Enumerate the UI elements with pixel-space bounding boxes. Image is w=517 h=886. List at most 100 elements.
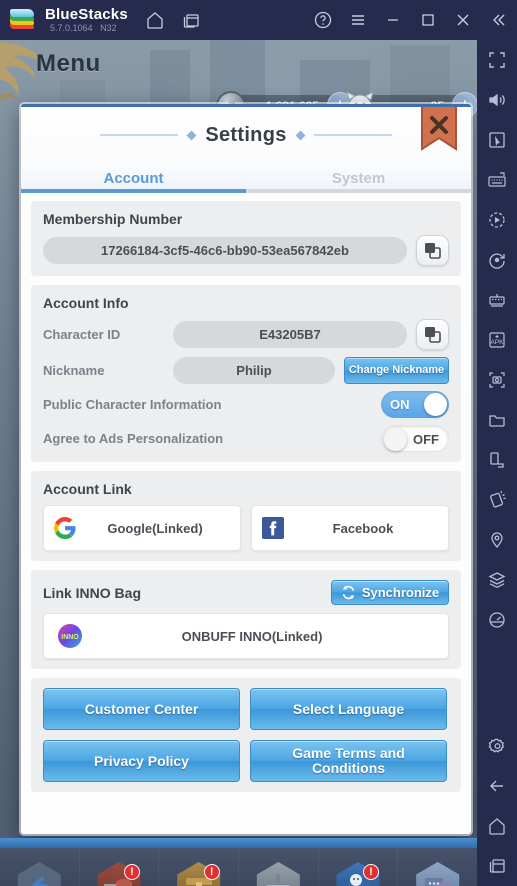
nav-back-button[interactable] bbox=[0, 848, 80, 886]
membership-heading: Membership Number bbox=[43, 211, 183, 227]
maximize-icon[interactable] bbox=[417, 9, 439, 31]
nickname-value: Philip bbox=[173, 357, 335, 384]
account-link-heading: Account Link bbox=[43, 481, 132, 497]
hero-badge: ! bbox=[124, 864, 140, 880]
change-nickname-button[interactable]: Change Nickname bbox=[344, 357, 449, 384]
recents-icon[interactable] bbox=[477, 846, 517, 886]
keyboard-icon[interactable] bbox=[477, 160, 517, 200]
game-bottom-nav: ! Hero ! Bag bbox=[0, 848, 477, 886]
craft-anvil-icon bbox=[266, 874, 291, 886]
title-right-diamond bbox=[295, 130, 306, 140]
public-info-row: Public Character Information ON bbox=[43, 391, 449, 418]
nav-item-chat[interactable]: Chat bbox=[398, 848, 477, 886]
character-id-label: Character ID bbox=[43, 327, 121, 342]
membership-row: 17266184-3cf5-46c6-bb90-53ea567842eb bbox=[43, 235, 449, 266]
google-link-button[interactable]: Google(Linked) bbox=[43, 505, 241, 551]
bluestacks-titlebar: BlueStacks 5.7.0.1064 N32 bbox=[0, 0, 517, 40]
ads-personalization-state: OFF bbox=[413, 432, 439, 447]
home-icon[interactable] bbox=[144, 9, 166, 31]
toggle-knob bbox=[384, 428, 407, 451]
gauge-icon[interactable] bbox=[477, 600, 517, 640]
synchronize-label: Synchronize bbox=[361, 585, 440, 600]
nickname-row: Nickname Philip Change Nickname bbox=[43, 357, 449, 384]
settings-icon[interactable] bbox=[477, 726, 517, 766]
public-info-label: Public Character Information bbox=[43, 397, 222, 412]
synchronize-button[interactable]: Synchronize bbox=[331, 580, 449, 605]
close-icon[interactable] bbox=[452, 9, 474, 31]
help-icon[interactable] bbox=[312, 9, 334, 31]
public-info-toggle[interactable]: ON bbox=[381, 391, 449, 418]
bluestacks-logo bbox=[10, 8, 34, 32]
refresh-icon bbox=[342, 585, 354, 600]
macro-icon[interactable] bbox=[477, 200, 517, 240]
footer-button-grid: Customer Center Select Language Privacy … bbox=[43, 688, 449, 782]
game-terms-button[interactable]: Game Terms and Conditions bbox=[250, 740, 447, 782]
inno-bag-panel: Link INNO Bag Synchronize INNO ONBUFF IN… bbox=[31, 570, 461, 669]
facebook-link-label: Facebook bbox=[332, 520, 394, 536]
customer-center-button[interactable]: Customer Center bbox=[43, 688, 240, 730]
bag-badge: ! bbox=[203, 864, 220, 880]
nav-item-shop[interactable]: ! Shop bbox=[319, 848, 399, 886]
toggle-knob bbox=[424, 393, 447, 416]
tab-underline bbox=[21, 189, 471, 193]
facebook-link-button[interactable]: Facebook bbox=[251, 505, 449, 551]
svg-text:INNO: INNO bbox=[61, 634, 79, 641]
back-icon[interactable] bbox=[477, 766, 517, 806]
record-icon[interactable] bbox=[477, 240, 517, 280]
facebook-icon bbox=[252, 517, 294, 539]
pointer-icon[interactable] bbox=[477, 120, 517, 160]
title-left-line bbox=[100, 134, 179, 136]
close-dialog-button[interactable] bbox=[419, 107, 459, 160]
shake-icon[interactable] bbox=[477, 480, 517, 520]
dialog-tabs: Account System bbox=[21, 163, 471, 193]
app-identity: BlueStacks 5.7.0.1064 N32 bbox=[45, 7, 128, 33]
app-version: 5.7.0.1064 N32 bbox=[45, 24, 128, 33]
nav-item-craft[interactable]: Craft bbox=[239, 848, 319, 886]
account-info-panel: Account Info Character ID E43205B7 Nickn… bbox=[31, 285, 461, 462]
location-icon[interactable] bbox=[477, 520, 517, 560]
ads-personalization-row: Agree to Ads Personalization OFF bbox=[43, 425, 449, 452]
google-link-label: Google(Linked) bbox=[107, 520, 203, 536]
back-arrow-icon bbox=[32, 877, 51, 886]
privacy-policy-button[interactable]: Privacy Policy bbox=[43, 740, 240, 782]
volume-icon[interactable] bbox=[477, 80, 517, 120]
membership-value: 17266184-3cf5-46c6-bb90-53ea567842eb bbox=[43, 237, 407, 264]
fullscreen-icon[interactable] bbox=[477, 40, 517, 80]
screenshot-icon[interactable] bbox=[477, 360, 517, 400]
minimize-icon[interactable] bbox=[382, 9, 404, 31]
ads-personalization-label: Agree to Ads Personalization bbox=[43, 431, 224, 446]
account-link-row: Google(Linked) Facebook bbox=[43, 505, 449, 551]
membership-panel: Membership Number 17266184-3cf5-46c6-bb9… bbox=[31, 201, 461, 276]
settings-dialog: Settings Account System Membership Numbe… bbox=[21, 104, 471, 834]
collapse-icon[interactable] bbox=[487, 9, 509, 31]
svg-text:APK: APK bbox=[490, 339, 504, 346]
select-language-button[interactable]: Select Language bbox=[250, 688, 447, 730]
inno-bag-heading: Link INNO Bag bbox=[43, 584, 142, 601]
shop-badge: ! bbox=[363, 864, 380, 880]
home-icon[interactable] bbox=[477, 806, 517, 846]
copy-membership-button[interactable] bbox=[416, 235, 449, 266]
multi-instance-icon[interactable] bbox=[477, 280, 517, 320]
rotate-icon[interactable] bbox=[477, 440, 517, 480]
footer-buttons-panel: Customer Center Select Language Privacy … bbox=[31, 678, 461, 792]
inno-bag-header-row: Link INNO Bag Synchronize bbox=[43, 580, 449, 605]
media-folder-icon[interactable] bbox=[477, 400, 517, 440]
chat-icon bbox=[424, 878, 451, 886]
nickname-label: Nickname bbox=[43, 363, 105, 378]
layers-icon[interactable] bbox=[477, 560, 517, 600]
multi-instance-icon[interactable] bbox=[180, 9, 202, 31]
nav-item-hero[interactable]: ! Hero bbox=[80, 848, 160, 886]
ads-personalization-toggle[interactable]: OFF bbox=[381, 425, 449, 452]
copy-character-id-button[interactable] bbox=[416, 319, 449, 350]
menu-icon[interactable] bbox=[347, 9, 369, 31]
title-left-diamond bbox=[186, 130, 197, 140]
game-header: Menu bbox=[0, 40, 477, 90]
title-right-line bbox=[313, 134, 392, 136]
install-apk-icon[interactable]: APK bbox=[477, 320, 517, 360]
nav-item-bag[interactable]: ! Bag bbox=[159, 848, 240, 886]
inno-account-row[interactable]: INNO ONBUFF INNO(Linked) bbox=[43, 613, 449, 659]
page-title: Menu bbox=[36, 50, 101, 77]
version-number: 5.7.0.1064 bbox=[50, 23, 93, 33]
game-viewport: Menu Z 1,631,605 + 25 + Settings bbox=[0, 40, 477, 886]
build-number: N32 bbox=[100, 23, 117, 33]
